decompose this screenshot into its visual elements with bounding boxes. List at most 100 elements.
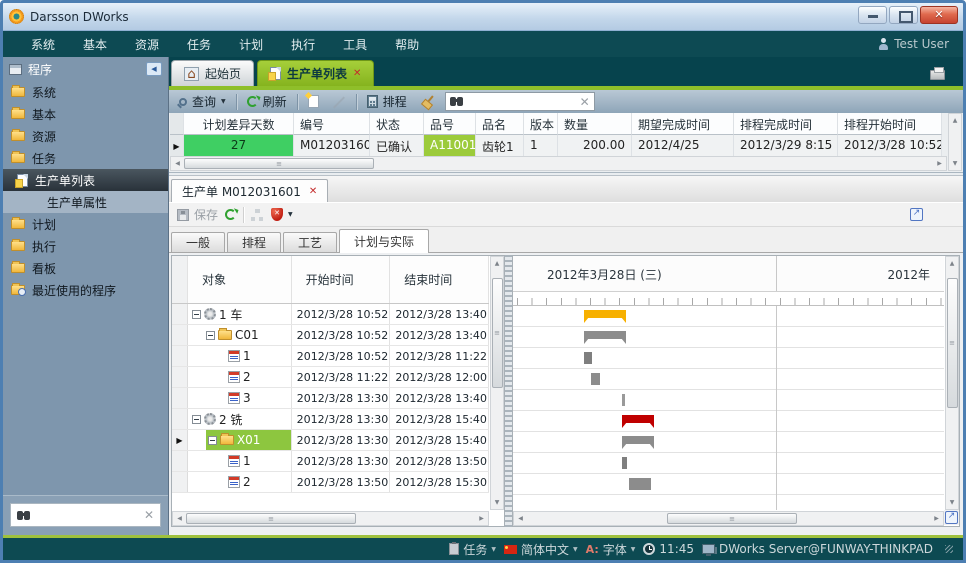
col-qty[interactable]: 数量: [558, 113, 632, 135]
query-button[interactable]: 查询: [175, 91, 230, 112]
col-start-time[interactable]: 开始时间: [292, 256, 391, 303]
tab-process[interactable]: 工艺: [283, 232, 337, 252]
col-expected-finish[interactable]: 期望完成时间: [632, 113, 734, 135]
tree-row[interactable]: 3 2012/3/28 13:30 2012/3/28 13:40: [172, 388, 489, 409]
sidebar-item-order-props[interactable]: 生产单属性: [3, 191, 168, 213]
refresh-button[interactable]: 刷新: [243, 91, 291, 112]
col-status[interactable]: 状态: [370, 113, 424, 135]
tree-vertical-scrollbar[interactable]: [490, 256, 504, 510]
close-button[interactable]: [920, 6, 958, 24]
tree-row[interactable]: 1 2012/3/28 13:30 2012/3/28 13:50: [172, 451, 489, 472]
validate-button[interactable]: [271, 208, 293, 221]
col-object[interactable]: 对象: [188, 256, 292, 303]
routing-button[interactable]: [251, 209, 264, 221]
sidebar-item-board[interactable]: 看板: [3, 257, 168, 279]
gantt-bar[interactable]: [591, 373, 600, 385]
splitter[interactable]: [505, 255, 512, 527]
status-task-selector[interactable]: 任务: [449, 541, 496, 558]
tree-row[interactable]: 2 铣 2012/3/28 13:30 2012/3/28 15:40: [172, 409, 489, 430]
refresh-icon: [225, 209, 236, 220]
gantt-horizontal-scrollbar[interactable]: [513, 511, 944, 526]
grid-horizontal-scrollbar[interactable]: [170, 156, 947, 171]
col-item-no[interactable]: 品号: [424, 113, 476, 135]
gantt-bar[interactable]: [629, 478, 651, 490]
col-end-time[interactable]: 结束时间: [390, 256, 489, 303]
menu-resource[interactable]: 资源: [121, 32, 173, 57]
popout-icon[interactable]: [945, 511, 958, 524]
gantt-bar[interactable]: [584, 310, 626, 318]
menu-plan[interactable]: 计划: [225, 32, 277, 57]
sidebar-search-box[interactable]: [10, 503, 161, 527]
col-sched-finish[interactable]: 排程完成时间: [734, 113, 838, 135]
tree-row[interactable]: 2 2012/3/28 11:22 2012/3/28 12:00: [172, 367, 489, 388]
current-user[interactable]: Test User: [878, 37, 949, 51]
col-plan-diff-days[interactable]: 计划差异天数: [184, 113, 294, 135]
collapse-node-icon[interactable]: [206, 331, 215, 340]
minimize-button[interactable]: [858, 6, 887, 24]
clean-button[interactable]: [417, 93, 439, 111]
close-detail-tab-icon[interactable]: [309, 186, 317, 197]
gantt-bar[interactable]: [584, 352, 592, 364]
collapse-node-icon[interactable]: [192, 310, 201, 319]
tree-row[interactable]: 1 车 2012/3/28 10:52 2012/3/28 13:40: [172, 304, 489, 325]
sidebar-item-system[interactable]: 系统: [3, 81, 168, 103]
tab-plan-vs-actual[interactable]: 计划与实际: [339, 229, 429, 253]
gantt-bar[interactable]: [622, 436, 654, 444]
clear-search-icon[interactable]: [144, 508, 154, 522]
menu-task[interactable]: 任务: [173, 32, 225, 57]
sidebar-item-plan[interactable]: 计划: [3, 213, 168, 235]
menu-execute[interactable]: 执行: [277, 32, 329, 57]
clear-search-icon[interactable]: [580, 95, 590, 109]
tab-order-list[interactable]: 生产单列表: [257, 60, 374, 86]
gantt-vertical-scrollbar[interactable]: [945, 256, 959, 510]
status-language-selector[interactable]: 简体中文: [504, 541, 578, 558]
scroll-right-icon: [933, 157, 946, 170]
task-tree-table: 对象 开始时间 结束时间 1 车 2012/3/28 10:52 2012/3/…: [171, 255, 505, 527]
gantt-bar[interactable]: [622, 415, 654, 423]
menu-tools[interactable]: 工具: [329, 32, 381, 57]
scroll-up-icon: [949, 114, 962, 127]
tab-general[interactable]: 一般: [171, 232, 225, 252]
close-tab-icon[interactable]: [353, 68, 361, 79]
menu-help[interactable]: 帮助: [381, 32, 433, 57]
sidebar-item-resource[interactable]: 资源: [3, 125, 168, 147]
detail-refresh-button[interactable]: [225, 209, 236, 220]
toolbar-search-box[interactable]: [445, 92, 595, 111]
col-sched-start[interactable]: 排程开始时间: [838, 113, 942, 135]
collapse-node-icon[interactable]: [208, 436, 217, 445]
schedule-button[interactable]: 排程: [363, 91, 411, 112]
collapse-node-icon[interactable]: [192, 415, 201, 424]
tree-row[interactable]: 2 2012/3/28 13:50 2012/3/28 15:30: [172, 472, 489, 493]
gantt-bar[interactable]: [622, 457, 627, 469]
maximize-button[interactable]: [889, 6, 918, 24]
status-font-selector[interactable]: 字体: [586, 541, 636, 558]
sidebar-item-task[interactable]: 任务: [3, 147, 168, 169]
detail-doc-tab[interactable]: 生产单 M012031601: [171, 179, 328, 202]
col-version[interactable]: 版本: [524, 113, 558, 135]
tree-row[interactable]: 1 2012/3/28 10:52 2012/3/28 11:22: [172, 346, 489, 367]
col-code[interactable]: 编号: [294, 113, 370, 135]
menu-basic[interactable]: 基本: [69, 32, 121, 57]
tab-schedule[interactable]: 排程: [227, 232, 281, 252]
gantt-bar[interactable]: [584, 331, 626, 339]
printer-icon[interactable]: [930, 70, 945, 80]
sidebar-item-order-list[interactable]: 生产单列表: [3, 169, 168, 191]
gantt-bar[interactable]: [622, 394, 625, 406]
sidebar-collapse-button[interactable]: [146, 62, 162, 76]
menu-system[interactable]: 系统: [17, 32, 69, 57]
popout-icon[interactable]: [910, 208, 923, 221]
new-button[interactable]: [304, 93, 323, 110]
tree-horizontal-scrollbar[interactable]: [172, 511, 489, 526]
sidebar-item-recent[interactable]: 最近使用的程序: [3, 279, 168, 301]
sidebar-item-execute[interactable]: 执行: [3, 235, 168, 257]
col-item-name[interactable]: 品名: [476, 113, 524, 135]
tree-row[interactable]: C01 2012/3/28 10:52 2012/3/28 13:40: [172, 325, 489, 346]
save-button[interactable]: 保存: [177, 206, 218, 223]
sidebar-item-basic[interactable]: 基本: [3, 103, 168, 125]
tab-start-page[interactable]: 起始页: [171, 60, 254, 86]
resize-grip[interactable]: [945, 545, 953, 553]
edit-button[interactable]: [329, 93, 350, 110]
tree-row-selected[interactable]: X01 2012/3/28 13:30 2012/3/28 15:40: [172, 430, 489, 451]
grid-data-row[interactable]: 27 M012031601 已确认 A11001 齿轮1 1 200.00 20…: [170, 135, 942, 157]
grid-vertical-scrollbar[interactable]: [948, 113, 962, 171]
